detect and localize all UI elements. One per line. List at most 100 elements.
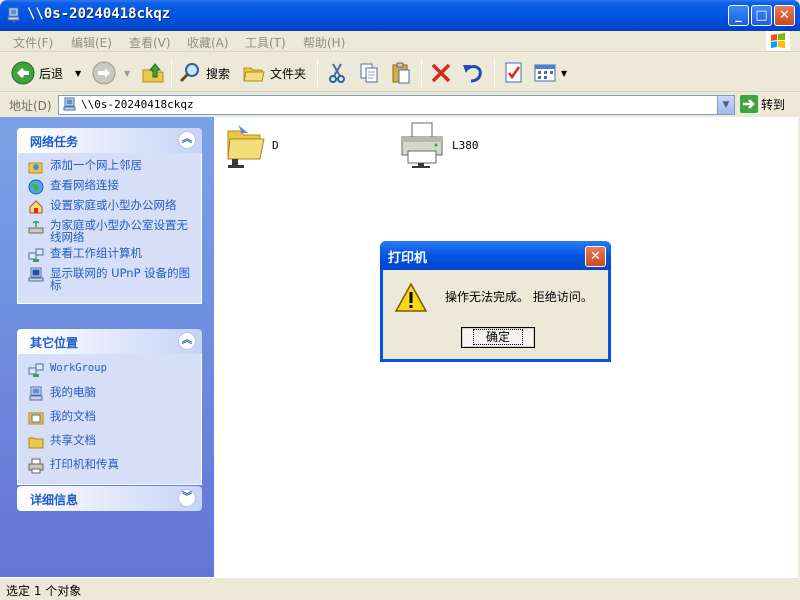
warning-icon <box>395 282 427 312</box>
folders-label: 文件夹 <box>270 66 307 81</box>
dialog-message: 操作无法完成。 拒绝访问。 <box>445 290 593 304</box>
search-label: 搜索 <box>206 66 231 81</box>
error-dialog: 打印机 ✕ 操作无法完成。 拒绝访问。 确定 <box>380 241 611 362</box>
views-icon <box>534 64 556 82</box>
search-icon <box>179 63 199 83</box>
up-folder-icon <box>142 63 164 83</box>
place-label: 我的文档 <box>50 409 96 423</box>
window-title: \\0s-20240418ckqz <box>27 6 171 22</box>
network-tasks-body: 添加一个网上邻居 查看网络连接 设置家庭或小型办公网络 为家庭或小型办公室设置无… <box>17 153 202 304</box>
menu-view[interactable]: 查看(V) <box>129 34 171 51</box>
back-label: 后退 <box>39 66 64 81</box>
undo-button[interactable] <box>461 59 485 87</box>
place-printers-faxes[interactable]: 打印机和传真 <box>28 458 193 474</box>
scissors-icon <box>329 63 345 83</box>
menu-help[interactable]: 帮助(H) <box>303 34 345 51</box>
delete-button[interactable] <box>429 59 453 87</box>
printer-icon <box>401 122 443 168</box>
item-shared-folder-d[interactable]: D <box>226 121 279 169</box>
address-dropdown-button[interactable]: ▼ <box>717 96 734 114</box>
back-dropdown-icon[interactable]: ▼ <box>75 69 81 78</box>
dialog-title-bar[interactable]: 打印机 ✕ <box>380 241 611 270</box>
forward-dropdown-icon[interactable]: ▼ <box>124 69 130 78</box>
task-setup-home-network[interactable]: 设置家庭或小型办公网络 <box>28 199 193 215</box>
place-label: 共享文档 <box>50 433 96 447</box>
upnp-device-icon <box>28 267 44 282</box>
properties-button[interactable] <box>502 59 526 87</box>
other-places-body: WorkGroup 我的电脑 我的文档 共享文档 打印机和传真 <box>17 354 202 485</box>
search-button[interactable]: 搜索 <box>178 59 230 87</box>
status-text: 选定 1 个对象 <box>6 584 82 598</box>
other-places-title: 其它位置 <box>30 336 79 350</box>
expand-chevron-icon[interactable]: ︾ <box>178 489 196 507</box>
up-folder-button[interactable] <box>141 59 165 87</box>
menu-edit[interactable]: 编辑(E) <box>71 34 112 51</box>
minimize-icon: _ <box>735 8 742 23</box>
details-panel: 详细信息 ︾ <box>17 486 202 511</box>
task-label: 查看网络连接 <box>50 178 119 192</box>
menu-favorites[interactable]: 收藏(A) <box>187 34 229 51</box>
maximize-button[interactable]: □ <box>751 5 772 26</box>
place-shared-documents[interactable]: 共享文档 <box>28 434 193 450</box>
task-show-upnp[interactable]: 显示联网的 UPnP 设备的图标 <box>28 267 193 291</box>
go-button[interactable]: 转到 <box>740 95 785 113</box>
workgroup-icon <box>28 363 44 377</box>
task-add-network-place[interactable]: 添加一个网上邻居 <box>28 159 193 175</box>
delete-x-icon <box>431 63 451 83</box>
toolbar-separator <box>421 59 422 87</box>
go-arrow-icon <box>740 95 758 113</box>
ok-button[interactable]: 确定 <box>461 327 535 348</box>
folders-button[interactable]: 文件夹 <box>242 59 306 87</box>
dialog-body: 操作无法完成。 拒绝访问。 确定 <box>383 270 608 359</box>
menu-file[interactable]: 文件(F) <box>13 34 53 51</box>
explorer-window: \\0s-20240418ckqz _ □ ✕ 文件(F) 编辑(E) 查看(V… <box>0 0 800 600</box>
shared-folder-icon <box>227 125 265 168</box>
maximize-icon: □ <box>755 8 768 23</box>
network-tasks-header[interactable]: 网络任务 ︽ <box>17 128 202 153</box>
collapse-chevron-icon[interactable]: ︽ <box>178 332 196 350</box>
copy-button[interactable] <box>357 59 381 87</box>
place-my-computer[interactable]: 我的电脑 <box>28 386 193 402</box>
views-dropdown-icon[interactable]: ▼ <box>561 69 567 78</box>
wireless-icon <box>28 220 44 234</box>
back-button[interactable]: 后退 ▼ <box>11 59 81 87</box>
task-view-workgroup[interactable]: 查看工作组计算机 <box>28 247 193 263</box>
place-label: 我的电脑 <box>50 385 96 399</box>
printer-icon <box>28 458 44 474</box>
title-bar[interactable]: \\0s-20240418ckqz _ □ ✕ <box>0 0 800 31</box>
collapse-chevron-icon[interactable]: ︽ <box>178 131 196 149</box>
chevron-down-icon: ▼ <box>722 100 730 110</box>
item-printer-l380[interactable]: L380 <box>398 121 479 169</box>
dialog-title: 打印机 <box>388 251 428 266</box>
other-places-header[interactable]: 其它位置 ︽ <box>17 329 202 354</box>
menu-tools[interactable]: 工具(T) <box>245 34 286 51</box>
paste-button[interactable] <box>389 59 413 87</box>
properties-icon <box>505 62 522 83</box>
toolbar-separator <box>494 59 495 87</box>
views-button[interactable]: ▼ <box>533 59 567 87</box>
cut-button[interactable] <box>325 59 349 87</box>
item-label: L380 <box>452 138 479 152</box>
place-my-documents[interactable]: 我的文档 <box>28 410 193 426</box>
network-computer-icon <box>7 7 20 23</box>
address-value: \\0s-20240418ckqz <box>81 98 194 111</box>
my-documents-icon <box>28 412 44 425</box>
dialog-close-button[interactable]: ✕ <box>585 246 606 267</box>
forward-button[interactable]: ▼ <box>92 59 130 87</box>
details-header[interactable]: 详细信息 ︾ <box>17 486 202 511</box>
task-view-connections[interactable]: 查看网络连接 <box>28 179 193 195</box>
minimize-button[interactable]: _ <box>728 5 749 26</box>
task-label: 查看工作组计算机 <box>50 246 142 260</box>
status-bar: 选定 1 个对象 <box>0 577 800 600</box>
home-network-icon <box>29 200 43 214</box>
toolbar: 后退 ▼ ▼ 搜索 文件夹 ▼ <box>0 53 800 92</box>
close-button[interactable]: ✕ <box>774 5 795 26</box>
address-field[interactable]: \\0s-20240418ckqz ▼ <box>58 95 735 115</box>
my-computer-icon <box>29 386 43 401</box>
place-workgroup[interactable]: WorkGroup <box>28 362 193 378</box>
network-tasks-title: 网络任务 <box>30 135 79 149</box>
task-setup-wireless[interactable]: 为家庭或小型办公室设置无线网络 <box>28 219 193 243</box>
folders-icon <box>243 67 265 82</box>
address-label: 地址(D) <box>9 99 52 113</box>
paste-icon <box>392 62 410 84</box>
